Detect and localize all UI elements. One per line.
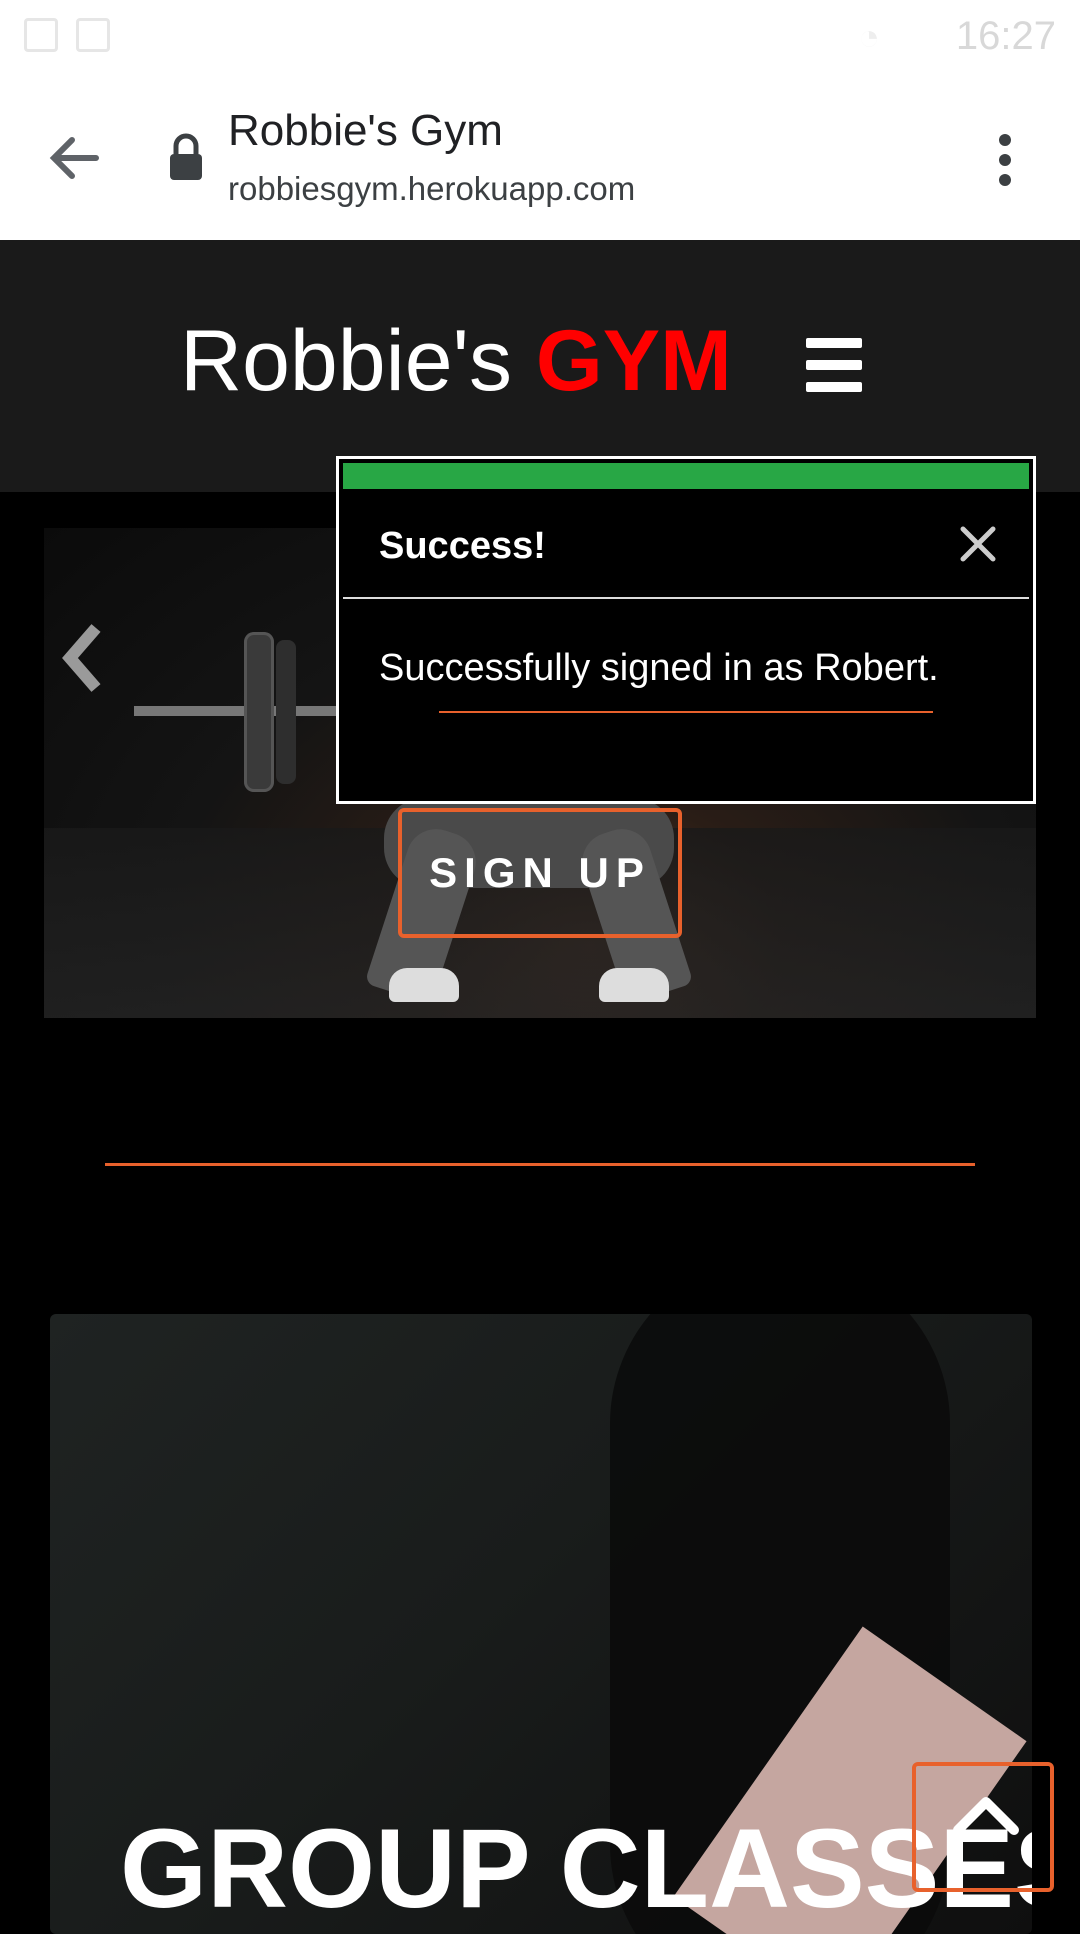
wifi-icon: ◔ — [858, 16, 880, 57]
toast-divider — [343, 597, 1029, 599]
status-time: 16:27 — [955, 14, 1056, 58]
weight-plate — [276, 640, 296, 784]
section-divider — [105, 1163, 975, 1166]
site-header: Robbie's GYM — [0, 240, 1080, 492]
notification-icons — [24, 18, 110, 52]
brand-accent: GYM — [535, 313, 732, 409]
hamburger-menu-icon[interactable] — [806, 338, 862, 392]
toast-underline — [439, 711, 933, 713]
toast-title: Success! — [379, 525, 546, 567]
close-icon[interactable] — [955, 521, 1001, 567]
toast-message: Successfully signed in as Robert. — [379, 647, 939, 689]
group-classes-card[interactable]: GROUP CLASSES — [50, 1314, 1032, 1934]
group-classes-heading: GROUP CLASSES — [120, 1806, 1032, 1931]
sim-icon — [24, 18, 58, 52]
athlete-shoe — [389, 968, 459, 1002]
status-bar: ◔ 16:27 — [0, 0, 1080, 72]
brand-name: Robbie's — [180, 313, 536, 409]
page-url[interactable]: robbiesgym.herokuapp.com — [228, 170, 635, 208]
site-logo[interactable]: Robbie's GYM — [180, 312, 732, 411]
sign-up-button[interactable]: SIGN UP — [398, 808, 682, 938]
weight-plate — [244, 632, 274, 792]
success-toast: Success! Successfully signed in as Rober… — [336, 456, 1036, 804]
page-title[interactable]: Robbie's Gym — [228, 106, 503, 156]
athlete-shoe — [599, 968, 669, 1002]
back-arrow-icon[interactable] — [44, 128, 104, 188]
chevron-up-icon — [953, 1797, 1019, 1835]
image-icon — [76, 18, 110, 52]
overflow-menu-icon[interactable] — [990, 130, 1020, 190]
toast-success-bar — [343, 463, 1029, 489]
back-to-top-button[interactable] — [912, 1762, 1054, 1892]
lock-icon — [170, 133, 202, 180]
browser-toolbar: Robbie's Gym robbiesgym.herokuapp.com — [0, 72, 1080, 240]
carousel-prev-icon[interactable] — [56, 618, 116, 698]
